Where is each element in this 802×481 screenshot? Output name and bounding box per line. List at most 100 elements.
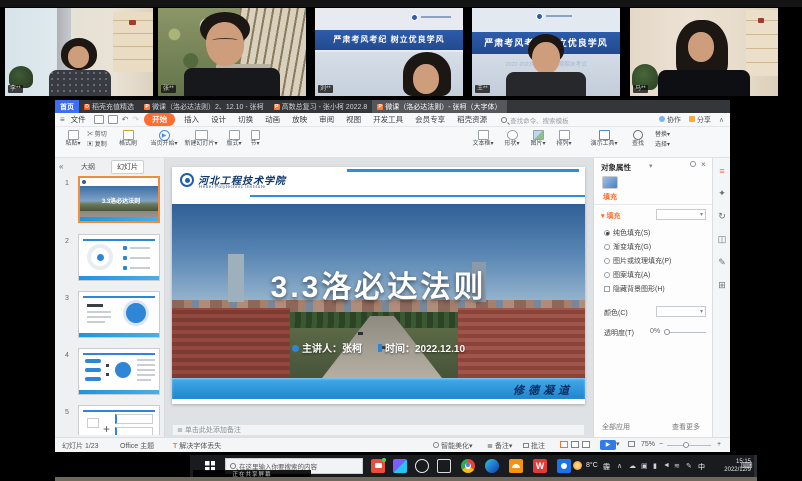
pen-tray-icon[interactable]: ✎ [686, 462, 692, 470]
menu-tab-design[interactable]: 设计 [205, 114, 232, 125]
cloud-tray-icon[interactable]: ☁ [629, 462, 636, 470]
chrome-icon[interactable] [461, 459, 475, 473]
video-tile-3[interactable]: 严肃考风考纪 树立优良学风 刘** [315, 8, 463, 96]
touch-keyboard-icon[interactable]: ⌨ [741, 461, 753, 470]
tab-document-2[interactable]: P高数总复习 - 张小柯 2022.8 [269, 100, 373, 113]
tray-expand-icon[interactable]: ∧ [617, 462, 622, 470]
collab-button[interactable]: 协作 [659, 115, 681, 125]
menu-tab-docer-res[interactable]: 稻壳资源 [451, 114, 493, 125]
status-comments-button[interactable]: 批注 [523, 441, 545, 451]
taskbar-chat-app-icon[interactable] [371, 459, 385, 473]
meeting-app-icon[interactable] [557, 459, 571, 473]
share-button[interactable]: 分享 [689, 115, 711, 125]
fill-option-picture[interactable]: 图片或纹理填充(P) [604, 256, 671, 266]
view-sorter-icon[interactable] [571, 441, 579, 448]
section-button[interactable]: 节▾ [247, 130, 263, 148]
pane-notes-icon[interactable]: ✎ [713, 257, 731, 268]
tab-outline[interactable]: 大纲 [81, 162, 95, 172]
panel-pin-icon[interactable] [690, 161, 696, 167]
status-theme[interactable]: Office 主题 [120, 441, 154, 451]
zoom-value[interactable]: 75% [641, 441, 655, 448]
dropdown-icon[interactable]: ▾ [616, 441, 620, 448]
view-reading-icon[interactable] [582, 441, 590, 448]
text-box-button[interactable]: 文本框▾ [469, 130, 497, 148]
pane-transition-icon[interactable]: ◫ [713, 234, 731, 245]
undo-icon[interactable]: ↶ [122, 115, 129, 124]
cortana-icon[interactable] [415, 459, 429, 473]
edge-icon[interactable] [485, 459, 499, 473]
device-tray-icon[interactable]: ▣ [641, 462, 648, 470]
add-slide-button[interactable]: + [103, 422, 110, 436]
replace-button[interactable]: 替换▾ [655, 132, 681, 139]
print-icon[interactable] [108, 115, 118, 124]
status-beautify-button[interactable]: 智能美化▾ [433, 441, 472, 451]
slideshow-play-button[interactable]: ▶▾ [600, 440, 620, 450]
shape-button[interactable]: 形状▾ [501, 130, 523, 148]
zoom-slider-handle[interactable] [683, 442, 689, 448]
arrange-button[interactable]: 排列▾ [553, 130, 575, 148]
slide-thumbnail-2[interactable] [78, 234, 160, 281]
fill-option-gradient[interactable]: 渐变填充(G) [604, 242, 651, 252]
panel-footer-more[interactable]: 查看更多 [672, 422, 700, 432]
wps-icon[interactable]: W [533, 459, 547, 473]
network-tray-icon[interactable]: ≋ [674, 462, 680, 470]
ime-indicator[interactable]: 中 [698, 462, 705, 472]
ribbon-search[interactable]: 查找命令、搜索模板 [501, 115, 569, 125]
panel-title-dropdown-icon[interactable]: ▾ [649, 162, 653, 170]
layout-button[interactable]: 版式▾ [223, 130, 245, 148]
find-button[interactable]: 查找 [627, 130, 649, 148]
panel-close-icon[interactable]: × [701, 160, 706, 169]
copy-button[interactable]: ▣ 复制 [87, 142, 113, 149]
collapse-panel-icon[interactable]: « [59, 162, 63, 171]
fill-type-dropdown[interactable]: ▾ [656, 209, 706, 220]
collapse-ribbon-icon[interactable]: ∧ [719, 116, 724, 124]
pane-beautify-icon[interactable]: ✦ [713, 188, 731, 199]
fill-chip-label[interactable]: 填充 [603, 192, 617, 202]
volume-tray-icon[interactable]: ◄ [663, 462, 670, 469]
weather-temp[interactable]: 8°C [586, 462, 598, 469]
fill-chip-icon[interactable] [602, 176, 618, 189]
tab-slides[interactable]: 幻灯片 [111, 160, 144, 174]
fill-option-pattern[interactable]: 图案填充(A) [604, 270, 650, 280]
weather-icon[interactable] [573, 461, 582, 470]
pane-properties-icon[interactable]: ≡ [713, 166, 731, 176]
slide-1-editing-surface[interactable]: 河北工程技术学院 Hebei Polytechnic Institute 3.3… [172, 167, 585, 404]
slide-thumbnail-5[interactable] [78, 405, 160, 435]
hide-background-checkbox[interactable]: 隐藏背景图形(H) [604, 284, 665, 294]
video-tile-5[interactable]: 马** [630, 8, 778, 96]
slide-thumbnail-4[interactable] [78, 348, 160, 395]
menu-tab-view[interactable]: 视图 [340, 114, 367, 125]
slide-thumbnail-3[interactable] [78, 291, 160, 338]
paste-button[interactable]: 粘贴▾ [61, 130, 85, 148]
fill-option-solid[interactable]: 纯色填充(S) [604, 228, 650, 238]
view-normal-icon[interactable] [560, 441, 568, 448]
menu-tab-devtools[interactable]: 开发工具 [367, 114, 409, 125]
menu-tab-member[interactable]: 会员专享 [409, 114, 451, 125]
menu-tab-insert[interactable]: 插入 [178, 114, 205, 125]
fill-section-header[interactable]: ▾ 填充 [601, 211, 620, 221]
menu-tab-animation[interactable]: 动画 [259, 114, 286, 125]
slide-thumbnail-1[interactable]: 3.3洛必达法则 [78, 176, 160, 223]
zoom-slider-track[interactable] [667, 445, 711, 446]
color-dropdown[interactable]: ▾ [656, 306, 706, 317]
play-current-button[interactable]: ▶ 当页开始▾ [149, 130, 179, 148]
zoom-in-icon[interactable]: + [717, 441, 721, 448]
weather-condition[interactable]: 霾 [603, 462, 610, 472]
taskbar-orange-app-icon[interactable] [509, 459, 523, 473]
transparency-slider-track[interactable] [666, 332, 706, 333]
format-painter-button[interactable]: 格式刷 [115, 130, 141, 148]
video-tile-4[interactable]: 严肃考风考纪 树立优良学风 2022-2023学年第一学期期末考试 王** [472, 8, 620, 96]
battery-tray-icon[interactable]: ▮ [653, 462, 657, 470]
status-notes-button[interactable]: ≣ 备注▾ [487, 441, 512, 451]
picture-button[interactable]: 图片▾ [527, 130, 549, 148]
menu-tab-home[interactable]: 开始 [144, 113, 175, 126]
fit-window-icon[interactable] [628, 441, 635, 449]
cut-button[interactable]: ✂ 剪切 [87, 132, 113, 139]
new-slide-button[interactable]: 新建幻灯片▾ [183, 130, 219, 148]
slide-title[interactable]: 3.3洛必达法则 [172, 262, 585, 306]
tab-docer[interactable]: D稻壳充值精选 [79, 100, 139, 113]
task-view-icon[interactable] [437, 459, 451, 473]
present-tools-button[interactable]: 演示工具▾ [587, 130, 621, 148]
slide-presenter-row[interactable]: 主讲人：张柯 时间：2022.12.10 [172, 340, 585, 355]
video-tile-1[interactable]: 李** [5, 8, 153, 96]
